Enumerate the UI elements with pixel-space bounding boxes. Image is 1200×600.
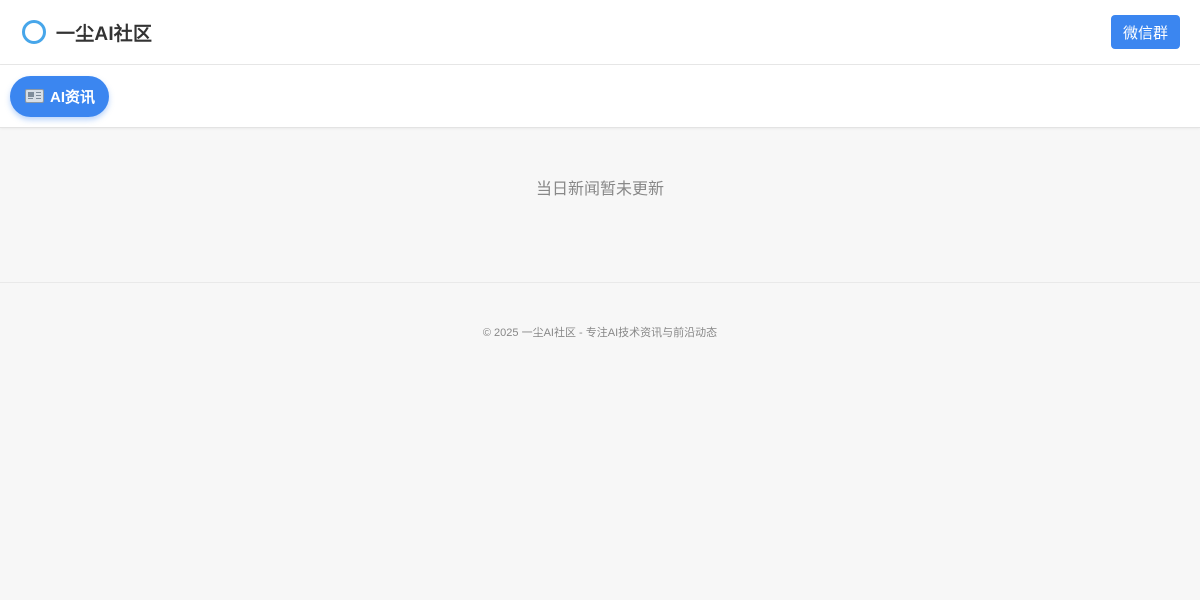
category-tab-bar: AI资讯 [0, 65, 1200, 128]
site-title: 一尘AI社区 [56, 23, 153, 45]
empty-state-message: 当日新闻暂未更新 [535, 181, 664, 198]
tab-ai-news[interactable]: AI资讯 [10, 75, 110, 117]
site-footer: © 2025 一尘AI社区 - 专注AI技术资讯与前沿动态 [0, 283, 1200, 340]
newspaper-icon [25, 89, 44, 103]
site-header: 一尘AI社区 微信群 [0, 0, 1200, 65]
ring-logo-icon [22, 20, 46, 44]
tab-label: AI资讯 [50, 88, 96, 106]
news-content-area: 当日新闻暂未更新 [0, 128, 1200, 283]
wechat-group-button[interactable]: 微信群 [1110, 15, 1180, 49]
copyright-text: © 2025 一尘AI社区 - 专注AI技术资讯与前沿动态 [482, 327, 718, 339]
brand[interactable]: 一尘AI社区 [22, 19, 152, 46]
